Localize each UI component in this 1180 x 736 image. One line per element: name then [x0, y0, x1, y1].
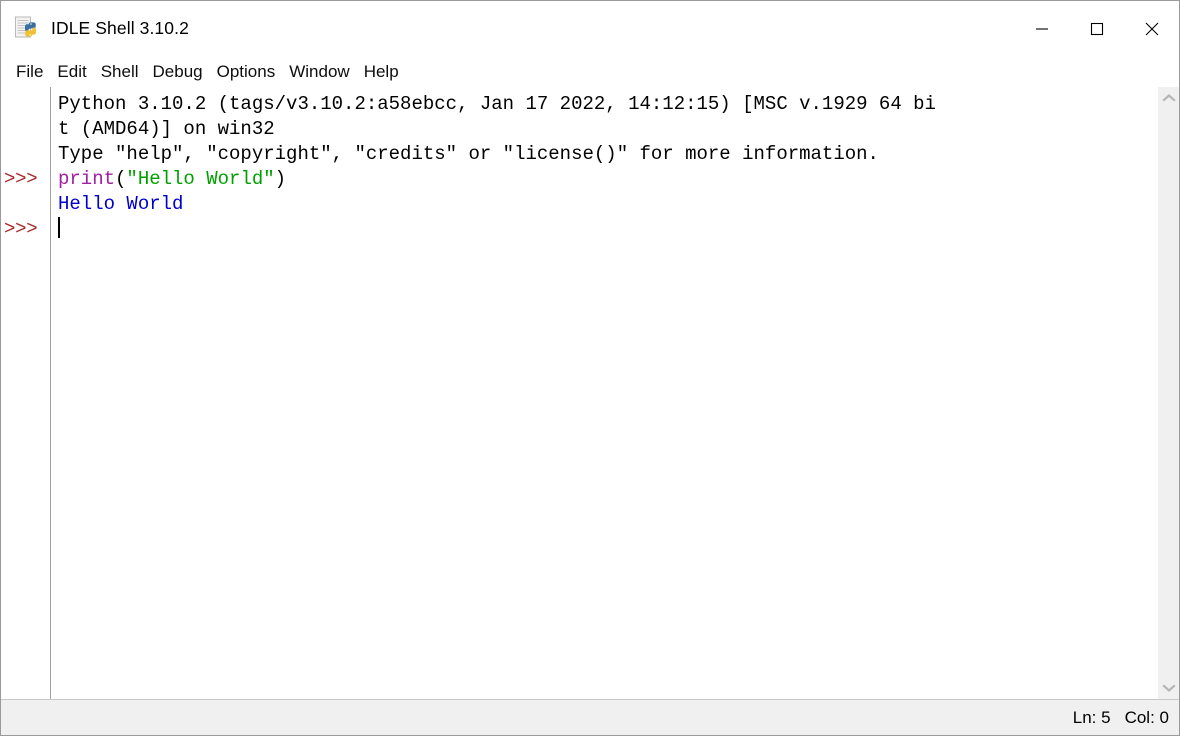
shell-text-area[interactable]: Python 3.10.2 (tags/v3.10.2:a58ebcc, Jan… — [51, 87, 1157, 699]
prompt-marker: >>> — [4, 168, 38, 190]
shell-token: t (AMD64)] on win32 — [58, 118, 275, 140]
shell-token: Hello World — [58, 193, 184, 215]
shell-line-input: print("Hello World") — [58, 167, 1157, 192]
minimize-icon — [1035, 27, 1048, 30]
gutter-blank — [1, 117, 50, 142]
shell-token: "Hello World" — [126, 168, 275, 190]
vertical-scrollbar[interactable] — [1157, 87, 1179, 699]
menu-item-shell[interactable]: Shell — [94, 63, 146, 80]
menu-bar: File Edit Shell Debug Options Window Hel… — [1, 56, 1179, 87]
window-controls — [1014, 1, 1179, 56]
idle-shell-window: IDLE Shell 3.10.2 File Edit Shell Debug … — [0, 0, 1180, 736]
menu-item-edit[interactable]: Edit — [50, 63, 93, 80]
status-column-indicator: Col: 0 — [1124, 707, 1169, 727]
menu-item-debug[interactable]: Debug — [146, 63, 210, 80]
scroll-up-button[interactable] — [1158, 87, 1180, 109]
shell-line-output: Hello World — [58, 192, 1157, 217]
close-icon — [1145, 22, 1158, 35]
shell-line-input — [58, 217, 1157, 242]
menu-item-window[interactable]: Window — [282, 63, 356, 80]
scroll-track[interactable] — [1157, 109, 1179, 677]
maximize-icon — [1090, 22, 1103, 35]
gutter-blank — [1, 142, 50, 167]
window-title: IDLE Shell 3.10.2 — [51, 18, 189, 38]
shell-token: ) — [274, 168, 287, 190]
close-button[interactable] — [1124, 1, 1179, 56]
title-bar-left: IDLE Shell 3.10.2 — [1, 16, 1014, 42]
shell-line-banner: Type "help", "copyright", "credits" or "… — [58, 142, 1157, 167]
title-bar: IDLE Shell 3.10.2 — [1, 1, 1179, 56]
prompt-gutter: >>> >>> — [1, 87, 51, 699]
text-caret — [58, 217, 60, 238]
status-bar: Ln: 5 Col: 0 — [1, 699, 1179, 735]
shell-token: Python 3.10.2 (tags/v3.10.2:a58ebcc, Jan… — [58, 93, 936, 115]
minimize-button[interactable] — [1014, 1, 1069, 56]
shell-token: ( — [115, 168, 127, 190]
menu-item-options[interactable]: Options — [210, 63, 283, 80]
shell-line-banner: Python 3.10.2 (tags/v3.10.2:a58ebcc, Jan… — [58, 92, 1157, 117]
shell-body: >>> >>> Python 3.10.2 (tags/v3.10.2:a58eb… — [1, 87, 1179, 699]
shell-token: Type "help", "copyright", "credits" or "… — [58, 143, 879, 165]
gutter-blank — [1, 192, 50, 217]
status-line-indicator: Ln: 5 — [1072, 707, 1111, 727]
prompt-marker: >>> — [4, 218, 38, 240]
chevron-down-icon — [1161, 684, 1176, 692]
scroll-down-button[interactable] — [1158, 677, 1180, 699]
shell-line-banner: t (AMD64)] on win32 — [58, 117, 1157, 142]
gutter-blank — [1, 92, 50, 117]
menu-item-file[interactable]: File — [9, 63, 50, 80]
shell-token: print — [58, 168, 116, 190]
chevron-up-icon — [1161, 94, 1176, 102]
maximize-button[interactable] — [1069, 1, 1124, 56]
menu-item-help[interactable]: Help — [357, 63, 406, 80]
python-document-icon — [14, 16, 40, 42]
